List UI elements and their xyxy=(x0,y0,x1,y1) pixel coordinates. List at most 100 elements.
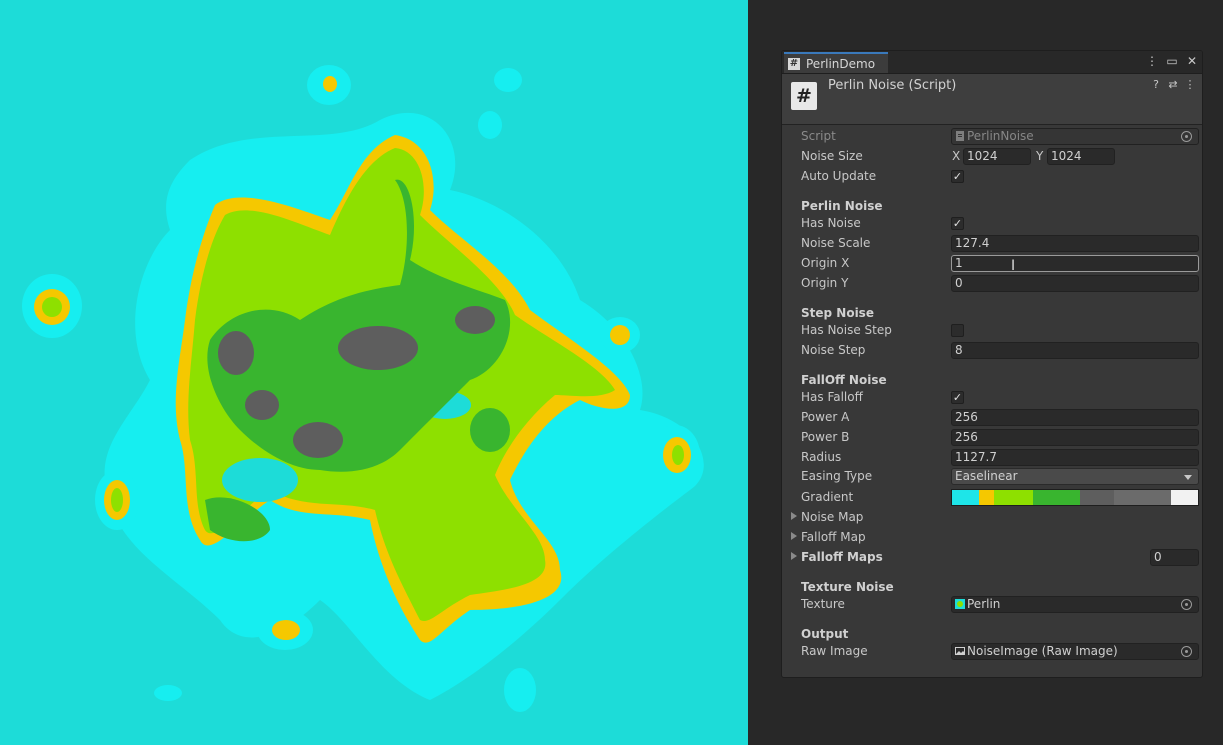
origin-y-row: Origin Y 0 xyxy=(782,274,1202,294)
easing-type-value: Easelinear xyxy=(955,469,1018,483)
script-row: Script PerlinNoise xyxy=(782,127,1202,147)
script-field: PerlinNoise xyxy=(951,128,1199,145)
falloff-maps-label: Falloff Maps xyxy=(801,550,883,564)
auto-update-checkbox[interactable]: ✓ xyxy=(951,170,964,183)
falloff-maps-row[interactable]: Falloff Maps 0 xyxy=(782,548,1202,568)
has-noise-checkbox[interactable]: ✓ xyxy=(951,217,964,230)
component-title: Perlin Noise (Script) xyxy=(828,78,957,93)
window-buttons: ⋮ ▭ ✕ xyxy=(1146,54,1198,68)
radius-field[interactable]: 1127.7 xyxy=(951,449,1199,466)
object-picker-icon[interactable] xyxy=(1181,646,1192,657)
tab-bar: # PerlinDemo ⋮ ▭ ✕ xyxy=(782,51,1202,74)
power-a-field[interactable]: 256 xyxy=(951,409,1199,426)
noise-map-image xyxy=(22,65,704,712)
script-file-icon xyxy=(956,131,964,141)
falloff-maps-size-field[interactable]: 0 xyxy=(1150,549,1199,566)
gradient-field[interactable] xyxy=(951,489,1199,506)
chevron-down-icon xyxy=(1184,475,1192,480)
inspector-window: # PerlinDemo ⋮ ▭ ✕ # Perlin Noise (Scrip… xyxy=(781,50,1203,678)
noise-size-y-field[interactable]: 1024 xyxy=(1047,148,1115,165)
kebab-menu-icon[interactable]: ⋮ xyxy=(1184,78,1196,91)
has-noise-step-row: Has Noise Step xyxy=(782,321,1202,341)
raw-image-value: NoiseImage (Raw Image) xyxy=(967,644,1118,658)
help-icon[interactable]: ? xyxy=(1150,78,1162,91)
falloff-map-row[interactable]: Falloff Map xyxy=(782,528,1202,548)
falloff-noise-header: FallOff Noise xyxy=(801,373,887,387)
close-icon[interactable]: ✕ xyxy=(1186,54,1198,68)
preset-icon[interactable]: ⇄ xyxy=(1167,78,1179,91)
gradient-stop xyxy=(993,490,1034,505)
object-picker-icon[interactable] xyxy=(1181,599,1192,610)
texture-thumbnail-icon xyxy=(955,599,965,609)
script-icon: # xyxy=(788,57,800,70)
power-b-field[interactable]: 256 xyxy=(951,429,1199,446)
has-falloff-label: Has Falloff xyxy=(801,390,863,404)
x-axis-label: X xyxy=(952,149,961,163)
foldout-arrow-icon[interactable] xyxy=(791,552,797,560)
raw-image-label: Raw Image xyxy=(801,644,868,658)
component-header: # Perlin Noise (Script) ? ⇄ ⋮ xyxy=(782,74,1202,125)
origin-y-field[interactable]: 0 xyxy=(951,275,1199,292)
easing-type-dropdown[interactable]: Easelinear xyxy=(951,468,1199,485)
noise-size-row: Noise Size X 1024 Y 1024 xyxy=(782,147,1202,167)
noise-map-label: Noise Map xyxy=(801,510,864,524)
gradient-row: Gradient xyxy=(782,488,1202,508)
power-b-label: Power B xyxy=(801,430,850,444)
auto-update-row: Auto Update ✓ xyxy=(782,167,1202,187)
origin-y-label: Origin Y xyxy=(801,276,849,290)
tab-perlindemo[interactable]: # PerlinDemo xyxy=(784,52,888,73)
noise-step-row: Noise Step 8 xyxy=(782,341,1202,361)
radius-row: Radius 1127.7 xyxy=(782,448,1202,468)
noise-scale-field[interactable]: 127.4 xyxy=(951,235,1199,252)
object-picker-icon xyxy=(1181,131,1192,142)
power-a-label: Power A xyxy=(801,410,850,424)
has-falloff-checkbox[interactable]: ✓ xyxy=(951,391,964,404)
origin-x-row: Origin X 1 xyxy=(782,254,1202,274)
gradient-stop xyxy=(1033,490,1080,505)
maximize-icon[interactable]: ▭ xyxy=(1166,54,1178,68)
gradient-stop xyxy=(1170,490,1198,505)
gradient-stop xyxy=(1079,490,1115,505)
component-icons: ? ⇄ ⋮ xyxy=(1150,78,1196,91)
script-label: Script xyxy=(801,129,836,143)
texture-value: Perlin xyxy=(967,597,1001,611)
noise-preview xyxy=(0,0,748,745)
gradient-stop xyxy=(952,490,980,505)
gradient-label: Gradient xyxy=(801,490,854,504)
auto-update-label: Auto Update xyxy=(801,169,877,183)
step-noise-header: Step Noise xyxy=(801,306,874,320)
noise-scale-row: Noise Scale 127.4 xyxy=(782,234,1202,254)
raw-image-row: Raw Image NoiseImage (Raw Image) xyxy=(782,642,1202,662)
texture-field[interactable]: Perlin xyxy=(951,596,1199,613)
script-icon: # xyxy=(791,82,817,110)
y-axis-label: Y xyxy=(1036,149,1044,163)
easing-type-row: Easing Type Easelinear xyxy=(782,467,1202,487)
text-cursor-icon: I xyxy=(1011,258,1016,274)
texture-label: Texture xyxy=(801,597,845,611)
perlin-noise-header: Perlin Noise xyxy=(801,199,883,213)
power-a-row: Power A 256 xyxy=(782,408,1202,428)
has-noise-label: Has Noise xyxy=(801,216,861,230)
foldout-arrow-icon[interactable] xyxy=(791,532,797,540)
noise-size-label: Noise Size xyxy=(801,149,863,163)
foldout-arrow-icon[interactable] xyxy=(791,512,797,520)
noise-step-field[interactable]: 8 xyxy=(951,342,1199,359)
noise-step-label: Noise Step xyxy=(801,343,866,357)
has-falloff-row: Has Falloff ✓ xyxy=(782,388,1202,408)
noise-size-x-field[interactable]: 1024 xyxy=(963,148,1031,165)
noise-map-row[interactable]: Noise Map xyxy=(782,508,1202,528)
gradient-stop xyxy=(979,490,994,505)
raw-image-icon xyxy=(955,647,965,655)
origin-x-field[interactable]: 1 xyxy=(951,255,1199,272)
tab-label: PerlinDemo xyxy=(806,56,876,71)
falloff-map-label: Falloff Map xyxy=(801,530,866,544)
noise-scale-label: Noise Scale xyxy=(801,236,871,250)
origin-x-label: Origin X xyxy=(801,256,850,270)
raw-image-field[interactable]: NoiseImage (Raw Image) xyxy=(951,643,1199,660)
has-noise-step-label: Has Noise Step xyxy=(801,323,892,337)
has-noise-step-checkbox[interactable] xyxy=(951,324,964,337)
has-noise-row: Has Noise ✓ xyxy=(782,214,1202,234)
script-value: PerlinNoise xyxy=(967,129,1034,143)
kebab-menu-icon[interactable]: ⋮ xyxy=(1146,54,1158,68)
gradient-stop xyxy=(1114,490,1171,505)
